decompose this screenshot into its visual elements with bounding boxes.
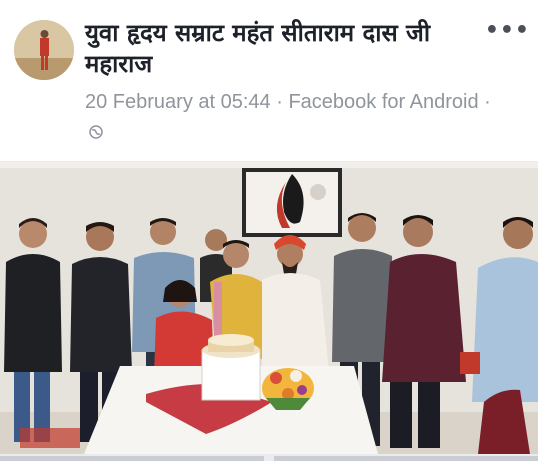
more-options-icon[interactable]: ••• (485, 18, 530, 43)
photo-illustration (0, 162, 538, 454)
globe-icon (89, 118, 103, 149)
author-name[interactable]: युवा हृदय सम्राट महंत सीताराम दास जी महा… (85, 18, 485, 80)
post-source: Facebook for Android (288, 91, 479, 113)
author-avatar[interactable] (14, 20, 74, 80)
meta-separator: · (270, 91, 289, 113)
post-meta: 20 February at 05:44 · Facebook for Andr… (85, 87, 505, 149)
post-header: युवा हृदय सम्राट महंत सीताराम दास जी महा… (0, 0, 538, 161)
photo-thumbnail[interactable] (0, 456, 264, 461)
post-timestamp[interactable]: 20 February at 05:44 (85, 91, 271, 113)
photo-thumbnail[interactable] (274, 456, 538, 461)
next-photo-strip (0, 455, 538, 461)
meta-separator-trailing: · (478, 91, 491, 113)
post-photo[interactable] (0, 162, 538, 454)
